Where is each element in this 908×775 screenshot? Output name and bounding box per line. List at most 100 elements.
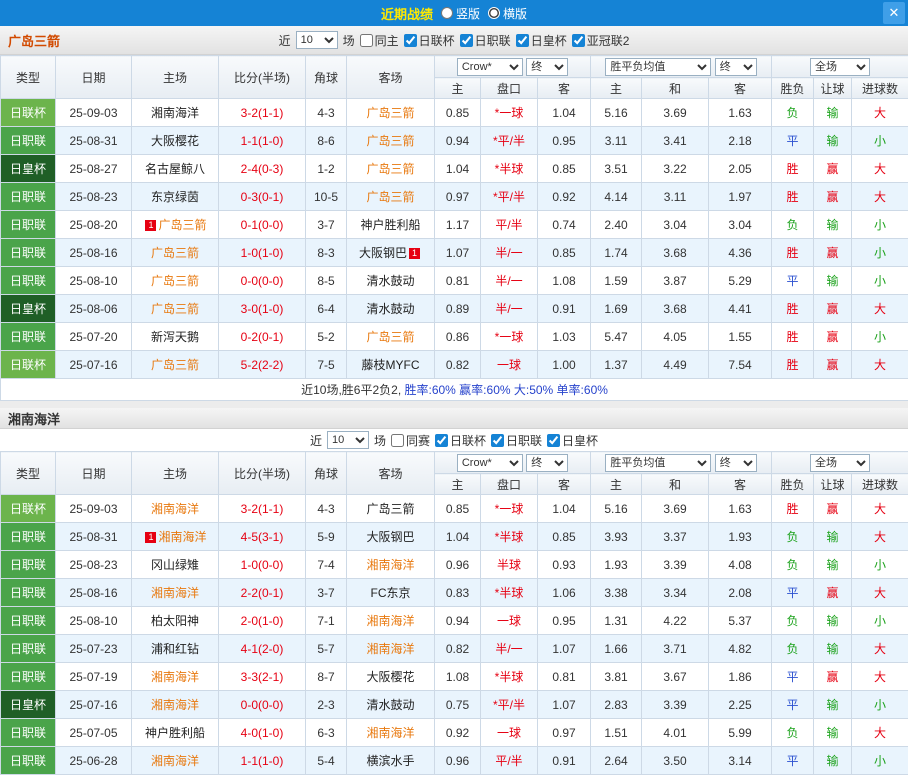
asian-away-odds: 0.91 (538, 747, 591, 775)
team-link[interactable]: 东京绿茵 (151, 190, 199, 204)
filter-option[interactable]: 同主 (360, 32, 399, 49)
sub-header: 客 (709, 78, 772, 99)
away-team-cell: 广岛三箭 (347, 99, 435, 127)
team-link[interactable]: 广岛三箭 (366, 330, 414, 344)
europe-average-select[interactable]: 胜平负均值 (605, 454, 711, 472)
filter-checkbox[interactable] (391, 434, 404, 447)
outcome-result: 胜 (772, 351, 814, 379)
odds-company-select[interactable]: Crow* (457, 58, 523, 76)
filter-option[interactable]: 日职联 (460, 32, 511, 49)
europe-average-select[interactable]: 胜平负均值 (605, 58, 711, 76)
filter-checkbox[interactable] (460, 34, 473, 47)
match-count-select[interactable]: 10 (296, 31, 338, 49)
team-link[interactable]: 广岛三箭 (366, 190, 414, 204)
outcome-result: 胜 (772, 183, 814, 211)
team-link[interactable]: 清水鼓动 (366, 698, 414, 712)
team-link[interactable]: 新泻天鹅 (151, 330, 199, 344)
team-link[interactable]: 湘南海洋 (366, 558, 414, 572)
outcome-goals: 大 (852, 295, 908, 323)
team-link[interactable]: 清水鼓动 (366, 302, 414, 316)
filter-checkbox[interactable] (404, 34, 417, 47)
team-link[interactable]: 广岛三箭 (151, 274, 199, 288)
asian-handicap: *一球 (481, 323, 538, 351)
team-link[interactable]: 浦和红钻 (151, 642, 199, 656)
europe-final-select[interactable]: 终 (715, 58, 757, 76)
filter-option[interactable]: 日联杯 (404, 32, 455, 49)
filter-option[interactable]: 日皇杯 (516, 32, 567, 49)
team-link[interactable]: 大阪钢巴 (359, 246, 407, 260)
team-link[interactable]: 广岛三箭 (366, 162, 414, 176)
team-link[interactable]: 湘南海洋 (151, 586, 199, 600)
team-link[interactable]: 大阪樱花 (151, 134, 199, 148)
outcome-result: 负 (772, 719, 814, 747)
match-count-select[interactable]: 10 (327, 431, 369, 449)
team-link[interactable]: 广岛三箭 (151, 246, 199, 260)
team-link[interactable]: 湘南海洋 (151, 106, 199, 120)
layout-radio-horizontal[interactable] (488, 7, 500, 19)
outcome-result: 平 (772, 691, 814, 719)
team-link[interactable]: 广岛三箭 (366, 502, 414, 516)
team-link[interactable]: 湘南海洋 (366, 642, 414, 656)
outcome-result: 胜 (772, 495, 814, 523)
filter-checkbox[interactable] (572, 34, 585, 47)
team-link[interactable]: 广岛三箭 (158, 218, 206, 232)
home-team-cell: 冈山绿雉 (132, 551, 219, 579)
filter-option-label: 亚冠联2 (587, 32, 630, 49)
team-link[interactable]: 清水鼓动 (366, 274, 414, 288)
outcome-result: 平 (772, 267, 814, 295)
asian-home-odds: 0.94 (435, 607, 481, 635)
team-link[interactable]: 湘南海洋 (366, 614, 414, 628)
team-link[interactable]: 广岛三箭 (151, 302, 199, 316)
team-link[interactable]: 湘南海洋 (366, 726, 414, 740)
filter-option[interactable]: 日联杯 (435, 432, 486, 449)
filter-checkbox[interactable] (491, 434, 504, 447)
filter-option[interactable]: 日皇杯 (547, 432, 598, 449)
asian-away-odds: 1.03 (538, 323, 591, 351)
team-link[interactable]: 大阪钢巴 (366, 530, 414, 544)
layout-option-vertical[interactable]: 竖版 (441, 5, 480, 22)
europe-final-select[interactable]: 终 (715, 454, 757, 472)
filter-checkbox[interactable] (516, 34, 529, 47)
team-link[interactable]: 名古屋鲸八 (145, 162, 205, 176)
filter-checkbox[interactable] (547, 434, 560, 447)
team-link[interactable]: 神户胜利船 (145, 726, 205, 740)
team-link[interactable]: 广岛三箭 (366, 134, 414, 148)
europe-away-odds: 5.37 (709, 607, 772, 635)
team-link[interactable]: 湘南海洋 (151, 698, 199, 712)
scope-select[interactable]: 全场 (810, 454, 870, 472)
europe-draw-odds: 3.37 (642, 523, 709, 551)
layout-radio-vertical[interactable] (441, 7, 453, 19)
filter-option[interactable]: 日职联 (491, 432, 542, 449)
close-icon: ✕ (889, 5, 900, 21)
team-link[interactable]: 湘南海洋 (151, 754, 199, 768)
filter-checkbox[interactable] (435, 434, 448, 447)
team-link[interactable]: 藤枝MYFC (362, 358, 420, 372)
layout-option-horizontal[interactable]: 横版 (488, 5, 527, 22)
team-link[interactable]: 柏太阳神 (151, 614, 199, 628)
filter-checkbox[interactable] (360, 34, 373, 47)
odds-company-select[interactable]: Crow* (457, 454, 523, 472)
filter-option[interactable]: 亚冠联2 (572, 32, 630, 49)
team-link[interactable]: FC东京 (371, 586, 411, 600)
team-link[interactable]: 湘南海洋 (151, 502, 199, 516)
filter-option-label: 日职联 (475, 32, 511, 49)
team-link[interactable]: 大阪樱花 (366, 670, 414, 684)
team-link[interactable]: 神户胜利船 (360, 218, 420, 232)
team-link[interactable]: 广岛三箭 (366, 106, 414, 120)
match-type-cell: 日联杯 (1, 495, 56, 523)
team-link[interactable]: 湘南海洋 (158, 530, 206, 544)
team-link[interactable]: 冈山绿雉 (151, 558, 199, 572)
asian-home-odds: 0.82 (435, 635, 481, 663)
match-row: 日职联25-06-28湘南海洋1-1(1-0)5-4横滨水手0.96平/半0.9… (1, 747, 908, 775)
team-link[interactable]: 广岛三箭 (151, 358, 199, 372)
team-link[interactable]: 横滨水手 (366, 754, 414, 768)
match-date: 25-07-05 (56, 719, 132, 747)
scope-select[interactable]: 全场 (810, 58, 870, 76)
filter-option[interactable]: 同赛 (391, 432, 430, 449)
team-link[interactable]: 湘南海洋 (151, 670, 199, 684)
close-button[interactable]: ✕ (883, 2, 905, 24)
score-cell: 0-3(0-1) (219, 183, 306, 211)
odds-final-select[interactable]: 终 (526, 454, 568, 472)
odds-final-select[interactable]: 终 (526, 58, 568, 76)
match-date: 25-08-16 (56, 579, 132, 607)
